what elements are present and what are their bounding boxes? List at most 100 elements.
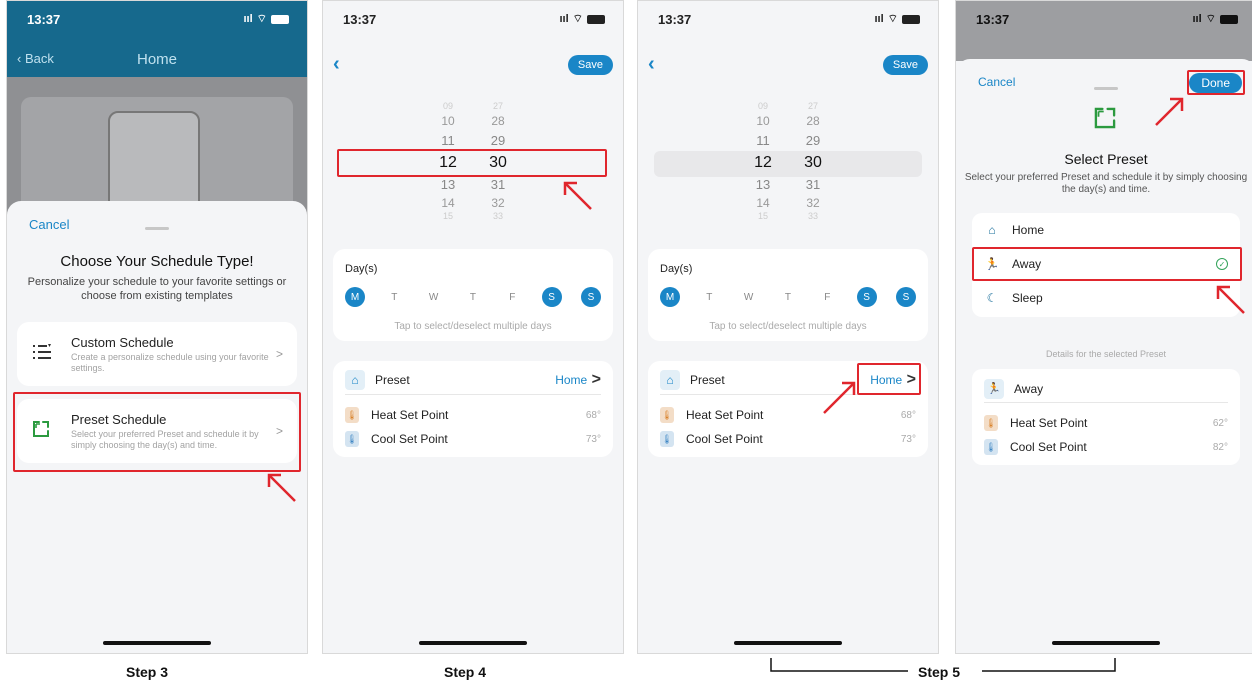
heat-value: 68° (585, 409, 601, 421)
day-toggle-monday[interactable]: M (345, 287, 365, 307)
picker-hour: 09 (442, 101, 453, 111)
cool-set-point-row: 🌡 Cool Set Point 82° (984, 437, 1228, 457)
picker-hour: 10 (441, 114, 455, 128)
preset-item-home[interactable]: ⌂ Home (984, 215, 1228, 245)
heat-label: Heat Set Point (1010, 416, 1088, 430)
day-toggle-saturday[interactable]: S (856, 287, 877, 307)
custom-schedule-option[interactable]: Custom Schedule Create a personalize sch… (17, 322, 297, 386)
cool-label: Cool Set Point (686, 432, 763, 446)
signal-icon: ııl (874, 13, 884, 25)
heat-set-point-row: 🌡 Heat Set Point 68° (345, 405, 601, 425)
days-hint: Tap to select/deselect multiple days (709, 321, 867, 332)
header-title: Home (136, 51, 177, 68)
day-toggle-sunday[interactable]: S (895, 287, 916, 307)
signal-icon: ııl (559, 13, 569, 25)
details-card: 🏃 Away 🌡 Heat Set Point 62° 🌡 Cool Set P… (972, 369, 1240, 465)
runner-icon: 🏃 (984, 378, 1004, 399)
home-icon: ⌂ (345, 369, 365, 390)
home-indicator (419, 641, 527, 645)
days-label: Day(s) (345, 263, 378, 275)
day-toggle-wednesday[interactable]: W (424, 287, 444, 307)
heat-set-point-row: 🌡 Heat Set Point 62° (984, 413, 1228, 433)
day-toggle-thursday[interactable]: T (778, 287, 798, 307)
picker-hour: 09 (757, 101, 768, 111)
days-label: Day(s) (660, 263, 693, 275)
signal-icon: ııl (243, 13, 253, 25)
save-button[interactable]: Save (567, 54, 613, 75)
status-icons: ııl ⌔ (1192, 12, 1238, 26)
annotation-highlight (972, 247, 1242, 281)
time-picker[interactable]: 09 27 10 28 11 29 12 30 13 31 14 32 15 33 (638, 101, 938, 225)
cool-value: 82° (1212, 441, 1228, 453)
days-card: Day(s) M T W T F S S Tap to select/desel… (648, 249, 928, 341)
preset-name: Home (1012, 223, 1045, 237)
picker-minute: 27 (492, 101, 503, 111)
step-label-5: Step 5 (918, 664, 961, 680)
preset-row[interactable]: ⌂ Preset Home > (345, 369, 601, 395)
annotation-arrow-icon (267, 473, 296, 502)
days-selector: M T W T F S S (660, 287, 916, 307)
day-toggle-thursday[interactable]: T (463, 287, 483, 307)
selected-hour: 12 (754, 154, 772, 171)
detail-preset-name: Away (1014, 381, 1044, 396)
sheet-title: Choose Your Schedule Type! (60, 253, 254, 270)
home-indicator (103, 641, 211, 645)
annotation-highlight (13, 392, 301, 472)
day-toggle-tuesday[interactable]: T (699, 287, 719, 307)
day-toggle-wednesday[interactable]: W (739, 287, 759, 307)
cool-label: Cool Set Point (371, 432, 448, 446)
picker-hour: 13 (755, 177, 771, 192)
sheet-handle[interactable] (7, 217, 307, 235)
heat-set-point-row: 🌡 Heat Set Point 68° (660, 405, 916, 425)
annotation-arrow-icon (563, 181, 592, 210)
thermometer-heat-icon: 🌡 (660, 407, 674, 423)
picker-minute: 29 (490, 133, 506, 148)
annotation-highlight (1187, 70, 1245, 95)
back-chevron-icon[interactable]: ‹ (333, 53, 340, 76)
preset-name: Sleep (1012, 291, 1043, 305)
wifi-icon: ⌔ (572, 13, 583, 25)
tutorial-canvas: 13:37 ııl ⌔ ‹ Back Home Cancel Choose You… (0, 0, 1252, 687)
status-icons: ııl ⌔ (559, 12, 605, 26)
annotation-arrow-icon (823, 381, 856, 414)
day-toggle-saturday[interactable]: S (541, 287, 562, 307)
wifi-icon: ⌔ (1205, 13, 1216, 25)
picker-hour: 13 (440, 177, 456, 192)
annotation-highlight (337, 149, 607, 177)
list-icon (31, 343, 57, 366)
status-time: 13:37 (976, 11, 1010, 27)
thermometer-cool-icon: 🌡 (345, 431, 359, 447)
picker-minute: 33 (807, 211, 818, 221)
home-icon: ⌂ (660, 369, 680, 390)
preset-value: Home (555, 372, 588, 387)
picker-minute: 28 (806, 114, 820, 128)
thermometer-heat-icon: 🌡 (345, 407, 359, 423)
phone-step5b: 13:37 ııl ⌔ Cancel Done Select Preset Sel… (955, 0, 1252, 654)
home-indicator (734, 641, 842, 645)
home-indicator (1052, 641, 1160, 645)
picker-minute: 33 (492, 211, 503, 221)
battery-icon (587, 14, 605, 24)
status-time: 13:37 (658, 11, 692, 27)
status-bar: 13:37 ııl ⌔ (7, 1, 307, 37)
picker-hour: 11 (756, 133, 770, 148)
day-toggle-monday[interactable]: M (660, 287, 680, 307)
picker-minute: 27 (807, 101, 818, 111)
preset-label: Preset (375, 372, 410, 387)
day-toggle-tuesday[interactable]: T (384, 287, 404, 307)
day-toggle-sunday[interactable]: S (580, 287, 601, 307)
day-toggle-friday[interactable]: F (817, 287, 837, 307)
preset-item-sleep[interactable]: ☾ Sleep (984, 283, 1228, 313)
cool-set-point-row: 🌡 Cool Set Point 73° (345, 429, 601, 449)
picker-hour: 15 (442, 211, 453, 221)
back-chevron-icon[interactable]: ‹ (648, 53, 655, 76)
picker-hour: 15 (757, 211, 768, 221)
phone-step3: 13:37 ııl ⌔ ‹ Back Home Cancel Choose You… (6, 0, 308, 654)
day-toggle-friday[interactable]: F (502, 287, 522, 307)
days-card: Day(s) M T W T F S S Tap to select/desel… (333, 249, 613, 341)
picker-minute: 29 (805, 133, 821, 148)
save-button[interactable]: Save (882, 54, 928, 75)
detail-preset-row: 🏃 Away (984, 375, 1228, 403)
picker-hour: 14 (441, 196, 455, 210)
custom-schedule-name: Custom Schedule (71, 334, 174, 350)
